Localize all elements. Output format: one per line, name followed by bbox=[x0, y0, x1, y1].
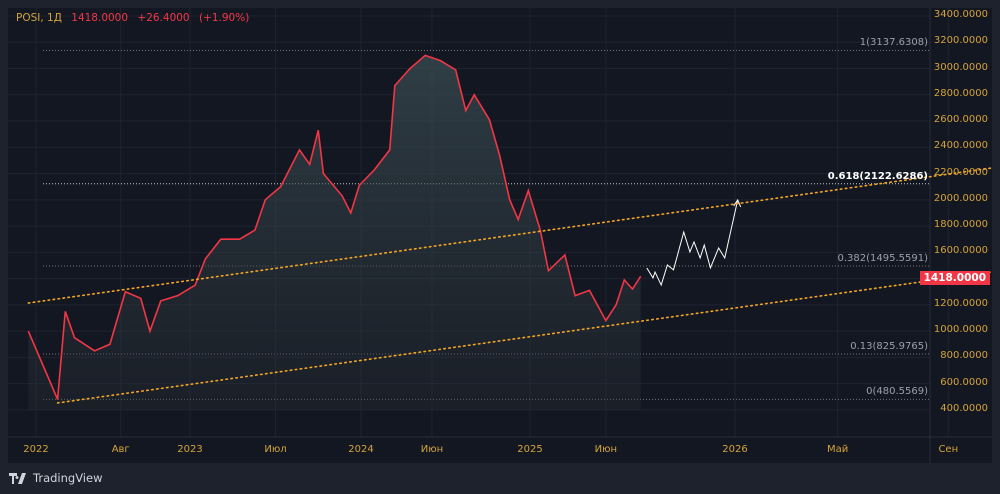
y-tick-label: 1800.0000 bbox=[933, 219, 988, 231]
last-price-badge: 1418.0000 bbox=[919, 271, 990, 285]
y-tick-label: 2000.0000 bbox=[933, 192, 988, 204]
x-tick-label: Май bbox=[826, 444, 849, 455]
y-tick-label: 2200.0000 bbox=[933, 166, 988, 178]
y-tick-label: 2800.0000 bbox=[933, 87, 988, 99]
x-tick-label: 2026 bbox=[722, 444, 748, 455]
x-tick-label: 2025 bbox=[517, 444, 543, 455]
projection-line bbox=[646, 199, 739, 287]
brand-name: TradingView bbox=[33, 471, 103, 485]
fib-level-label: 0.618(2122.6286) bbox=[827, 170, 928, 182]
x-tick-label: Сен bbox=[938, 444, 959, 455]
y-tick-label: 3000.0000 bbox=[933, 61, 988, 73]
y-tick-label: 3200.0000 bbox=[933, 35, 988, 47]
y-tick-label: 1000.0000 bbox=[933, 324, 988, 336]
y-tick-label: 800.0000 bbox=[940, 350, 988, 362]
symbol-legend: POSI, 1Д 1418.0000 +26.4000 (+1.90%) bbox=[16, 12, 255, 24]
x-tick-label: Июн bbox=[420, 444, 444, 455]
y-tick-label: 400.0000 bbox=[940, 402, 988, 414]
x-tick-label: 2022 bbox=[23, 444, 49, 455]
y-tick-label: 1600.0000 bbox=[933, 245, 988, 257]
fib-level-label: 0.13(825.9765) bbox=[850, 340, 928, 352]
x-tick-label: 2024 bbox=[348, 444, 374, 455]
x-tick-label: 2023 bbox=[177, 444, 203, 455]
last-price: 1418.0000 bbox=[71, 12, 129, 24]
fib-level-label: 0(480.5569) bbox=[866, 386, 928, 398]
symbol-label[interactable]: POSI, 1Д bbox=[16, 12, 62, 24]
y-tick-label: 1200.0000 bbox=[933, 297, 988, 309]
price-change-pct: (+1.90%) bbox=[198, 12, 250, 24]
x-tick-label: Июн bbox=[594, 444, 618, 455]
y-tick-label: 2600.0000 bbox=[933, 114, 988, 126]
price-area bbox=[28, 55, 641, 410]
y-tick-label: 3400.0000 bbox=[933, 9, 988, 20]
y-tick-label: 600.0000 bbox=[940, 376, 988, 388]
fib-level-label: 1(3137.6308) bbox=[859, 37, 928, 49]
tradingview-logo[interactable]: TradingView bbox=[9, 471, 102, 485]
price-chart[interactable] bbox=[0, 0, 1000, 494]
y-tick-label: 2400.0000 bbox=[933, 140, 988, 152]
x-tick-label: Авг bbox=[111, 444, 130, 455]
x-tick-label: Июл bbox=[264, 444, 287, 455]
price-change: +26.4000 bbox=[137, 12, 190, 24]
fib-level-label: 0.382(1495.5591) bbox=[837, 253, 928, 265]
tradingview-icon bbox=[9, 472, 26, 484]
